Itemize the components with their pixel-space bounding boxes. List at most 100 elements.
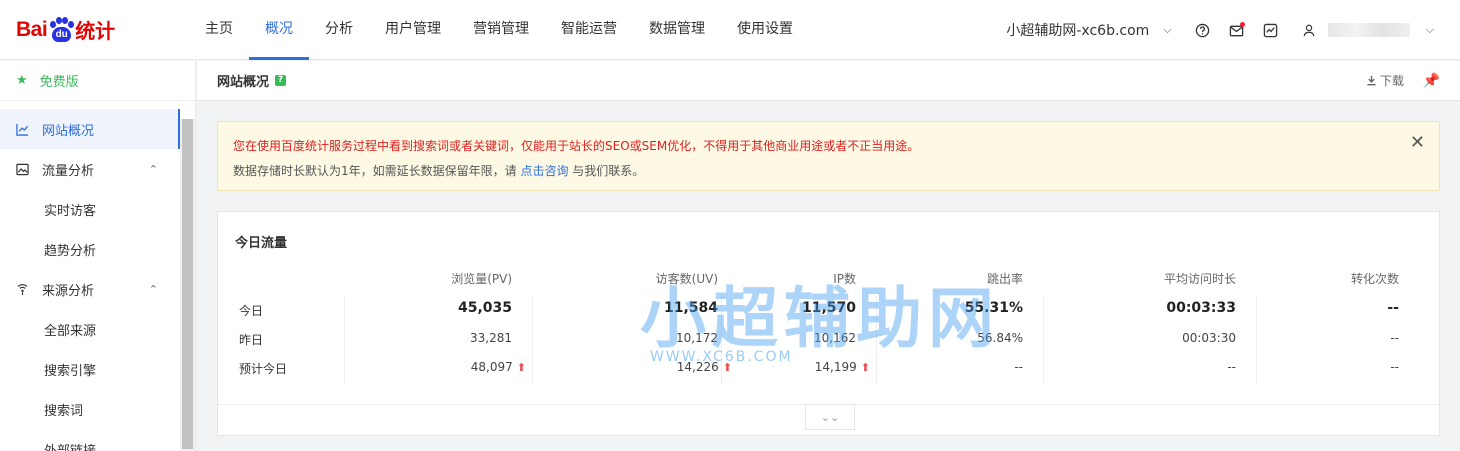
cell-value: 55.31% — [964, 300, 1023, 316]
column-header-3: 跳出率 — [986, 272, 1023, 286]
column-divider — [344, 296, 345, 384]
sidebar-item-3[interactable]: 趋势分析 — [0, 229, 180, 269]
sidebar-item-6[interactable]: 搜索引擎 — [0, 349, 180, 389]
cell-value: 10,162 — [814, 331, 856, 345]
cell-value: 33,281 — [470, 331, 512, 345]
cell-value: 11,584 — [663, 300, 718, 316]
notice-info-prefix: 数据存储时长默认为1年，如需延长数据保留年限，请 — [233, 164, 521, 178]
table-cell: 55.31% — [965, 300, 1023, 316]
column-header-4: 平均访问时长 — [1163, 272, 1236, 286]
row-label: 昨日 — [239, 333, 264, 347]
download-button[interactable]: 下载 — [1366, 72, 1404, 89]
blurred-username — [1327, 23, 1410, 37]
consult-link[interactable]: 点击咨询 — [520, 164, 568, 178]
free-edition-badge[interactable]: ★ 免费版 — [0, 61, 195, 101]
nav-item-2[interactable]: 分析 — [309, 0, 369, 60]
line-chart-icon — [16, 122, 30, 136]
row-label: 今日 — [239, 304, 264, 318]
table-cell: 33,281 — [470, 331, 512, 345]
sidebar-item-label: 流量分析 — [42, 163, 95, 179]
cell-value: 11,570 — [801, 300, 856, 316]
table-cell: 48,097 ⬆ — [471, 360, 526, 374]
nav-item-6[interactable]: 数据管理 — [633, 0, 721, 60]
sidebar-item-label: 搜索词 — [44, 403, 84, 419]
table-cell: -- — [1387, 300, 1399, 316]
help-icon[interactable] — [1186, 13, 1220, 47]
notice-warning-text: 您在使用百度统计服务过程中看到搜索词或者关键词，仅能用于站长的SEO或SEM优化… — [233, 139, 920, 153]
table-cell: 10,162 — [814, 331, 856, 345]
nav-item-4[interactable]: 营销管理 — [457, 0, 545, 60]
sidebar-item-5[interactable]: 全部来源 — [0, 309, 180, 349]
nav-item-0[interactable]: 主页 — [189, 0, 249, 60]
sidebar-item-label: 趋势分析 — [44, 243, 97, 259]
arrow-up-icon: ⬆ — [860, 361, 870, 374]
table-cell: 56.84% — [977, 331, 1023, 345]
table-cell: 11,584 — [664, 300, 718, 316]
chevron-down-icon: ⌵ — [1425, 23, 1434, 36]
nav-item-5[interactable]: 智能运营 — [545, 0, 633, 60]
cell-value: 10,172 — [676, 331, 718, 345]
chevron-up-icon: ⌃ — [148, 282, 158, 296]
table-cell: -- — [1014, 360, 1023, 374]
cell-value: 45,035 — [457, 300, 512, 316]
row-label: 预计今日 — [239, 362, 288, 376]
sidebar-item-2[interactable]: 实时访客 — [0, 189, 180, 229]
logo-tongji-text: 统计 — [75, 19, 116, 43]
table-cell: 45,035 — [458, 300, 512, 316]
column-header-0: 浏览量(PV) — [451, 272, 512, 286]
notice-banner: 您在使用百度统计服务过程中看到搜索词或者关键词，仅能用于站长的SEO或SEM优化… — [217, 121, 1440, 191]
nav-item-7[interactable]: 使用设置 — [721, 0, 809, 60]
nav-item-3[interactable]: 用户管理 — [369, 0, 457, 60]
column-divider — [532, 296, 533, 384]
sidebar-item-label: 全部来源 — [44, 323, 97, 339]
notification-dot — [1239, 22, 1245, 27]
logo-du-text: du — [52, 26, 72, 42]
scrollbar-thumb[interactable] — [182, 119, 193, 449]
mail-icon[interactable] — [1220, 13, 1254, 47]
sidebar-item-label: 来源分析 — [42, 283, 95, 299]
star-icon: ★ — [16, 73, 28, 88]
arrow-up-icon: ⬆ — [516, 361, 526, 374]
column-divider — [1043, 296, 1044, 384]
pin-icon[interactable]: 📌 — [1423, 73, 1440, 89]
cell-value: -- — [1390, 360, 1399, 374]
sidebar-item-0[interactable]: 网站概况 — [0, 109, 180, 149]
sidebar-scrollbar[interactable] — [180, 119, 195, 451]
notice-info-text: 数据存储时长默认为1年，如需延长数据保留年限，请 点击咨询 与我们联系。 — [233, 162, 644, 179]
sidebar-item-1[interactable]: 流量分析 ⌃ — [0, 149, 180, 189]
picture-icon — [16, 162, 30, 176]
column-header-2: IP数 — [833, 272, 856, 286]
site-name: 小超辅助网-xc6b.com — [1006, 23, 1150, 39]
sidebar-item-7[interactable]: 搜索词 — [0, 389, 180, 429]
sidebar-menu: 网站概况 流量分析 ⌃ 实时访客 趋势分析 来源分析 ⌃ 全部来源 搜索引擎 搜索词 外部链接 — [0, 101, 195, 451]
top-right-tools: 小超辅助网-xc6b.com ⌵ ⌵ — [1006, 0, 1460, 60]
page-header: 网站概况 ? 下载 📌 — [197, 61, 1460, 101]
cell-value: 56.84% — [977, 331, 1023, 345]
sidebar-item-label: 网站概况 — [42, 123, 95, 139]
chart-box-icon[interactable] — [1254, 13, 1288, 47]
table-cell: -- — [1227, 360, 1236, 374]
cell-value: 14,226 — [676, 360, 719, 374]
table-cell: -- — [1390, 331, 1399, 345]
user-icon — [1302, 13, 1316, 47]
table-cell: 11,570 — [802, 300, 856, 316]
sidebar: ★ 免费版 网站概况 流量分析 ⌃ 实时访客 趋势分析 来源分析 ⌃ 全部来源 搜索引擎 搜索词外… — [0, 61, 196, 451]
paw-icon: du — [48, 16, 75, 43]
nav-item-1[interactable]: 概况 — [249, 0, 309, 60]
sidebar-item-4[interactable]: 来源分析 ⌃ — [0, 269, 180, 309]
site-selector[interactable]: 小超辅助网-xc6b.com ⌵ — [1006, 20, 1171, 40]
question-badge-icon[interactable]: ? — [275, 75, 287, 86]
sidebar-item-8[interactable]: 外部链接 — [0, 429, 180, 451]
cell-value: -- — [1227, 360, 1236, 374]
notice-info-suffix: 与我们联系。 — [568, 164, 645, 178]
expand-button[interactable]: ⌄⌄ — [805, 404, 855, 430]
column-header-5: 转化次数 — [1350, 272, 1399, 286]
table-cell: 00:03:30 — [1182, 331, 1236, 345]
cell-value: -- — [1387, 300, 1399, 316]
table-cell: 14,226 ⬆ — [677, 360, 732, 374]
close-icon[interactable]: ✕ — [1410, 132, 1425, 153]
cell-value: -- — [1390, 331, 1399, 345]
today-traffic-card: 今日流量 浏览量(PV) 访客数(UV) IP数 跳出率 平均访问时长 转化次数 今日 45,… — [217, 211, 1440, 436]
user-menu[interactable]: ⌵ — [1302, 13, 1434, 47]
baidu-tongji-logo[interactable]: Bai du 统计 — [0, 0, 180, 60]
